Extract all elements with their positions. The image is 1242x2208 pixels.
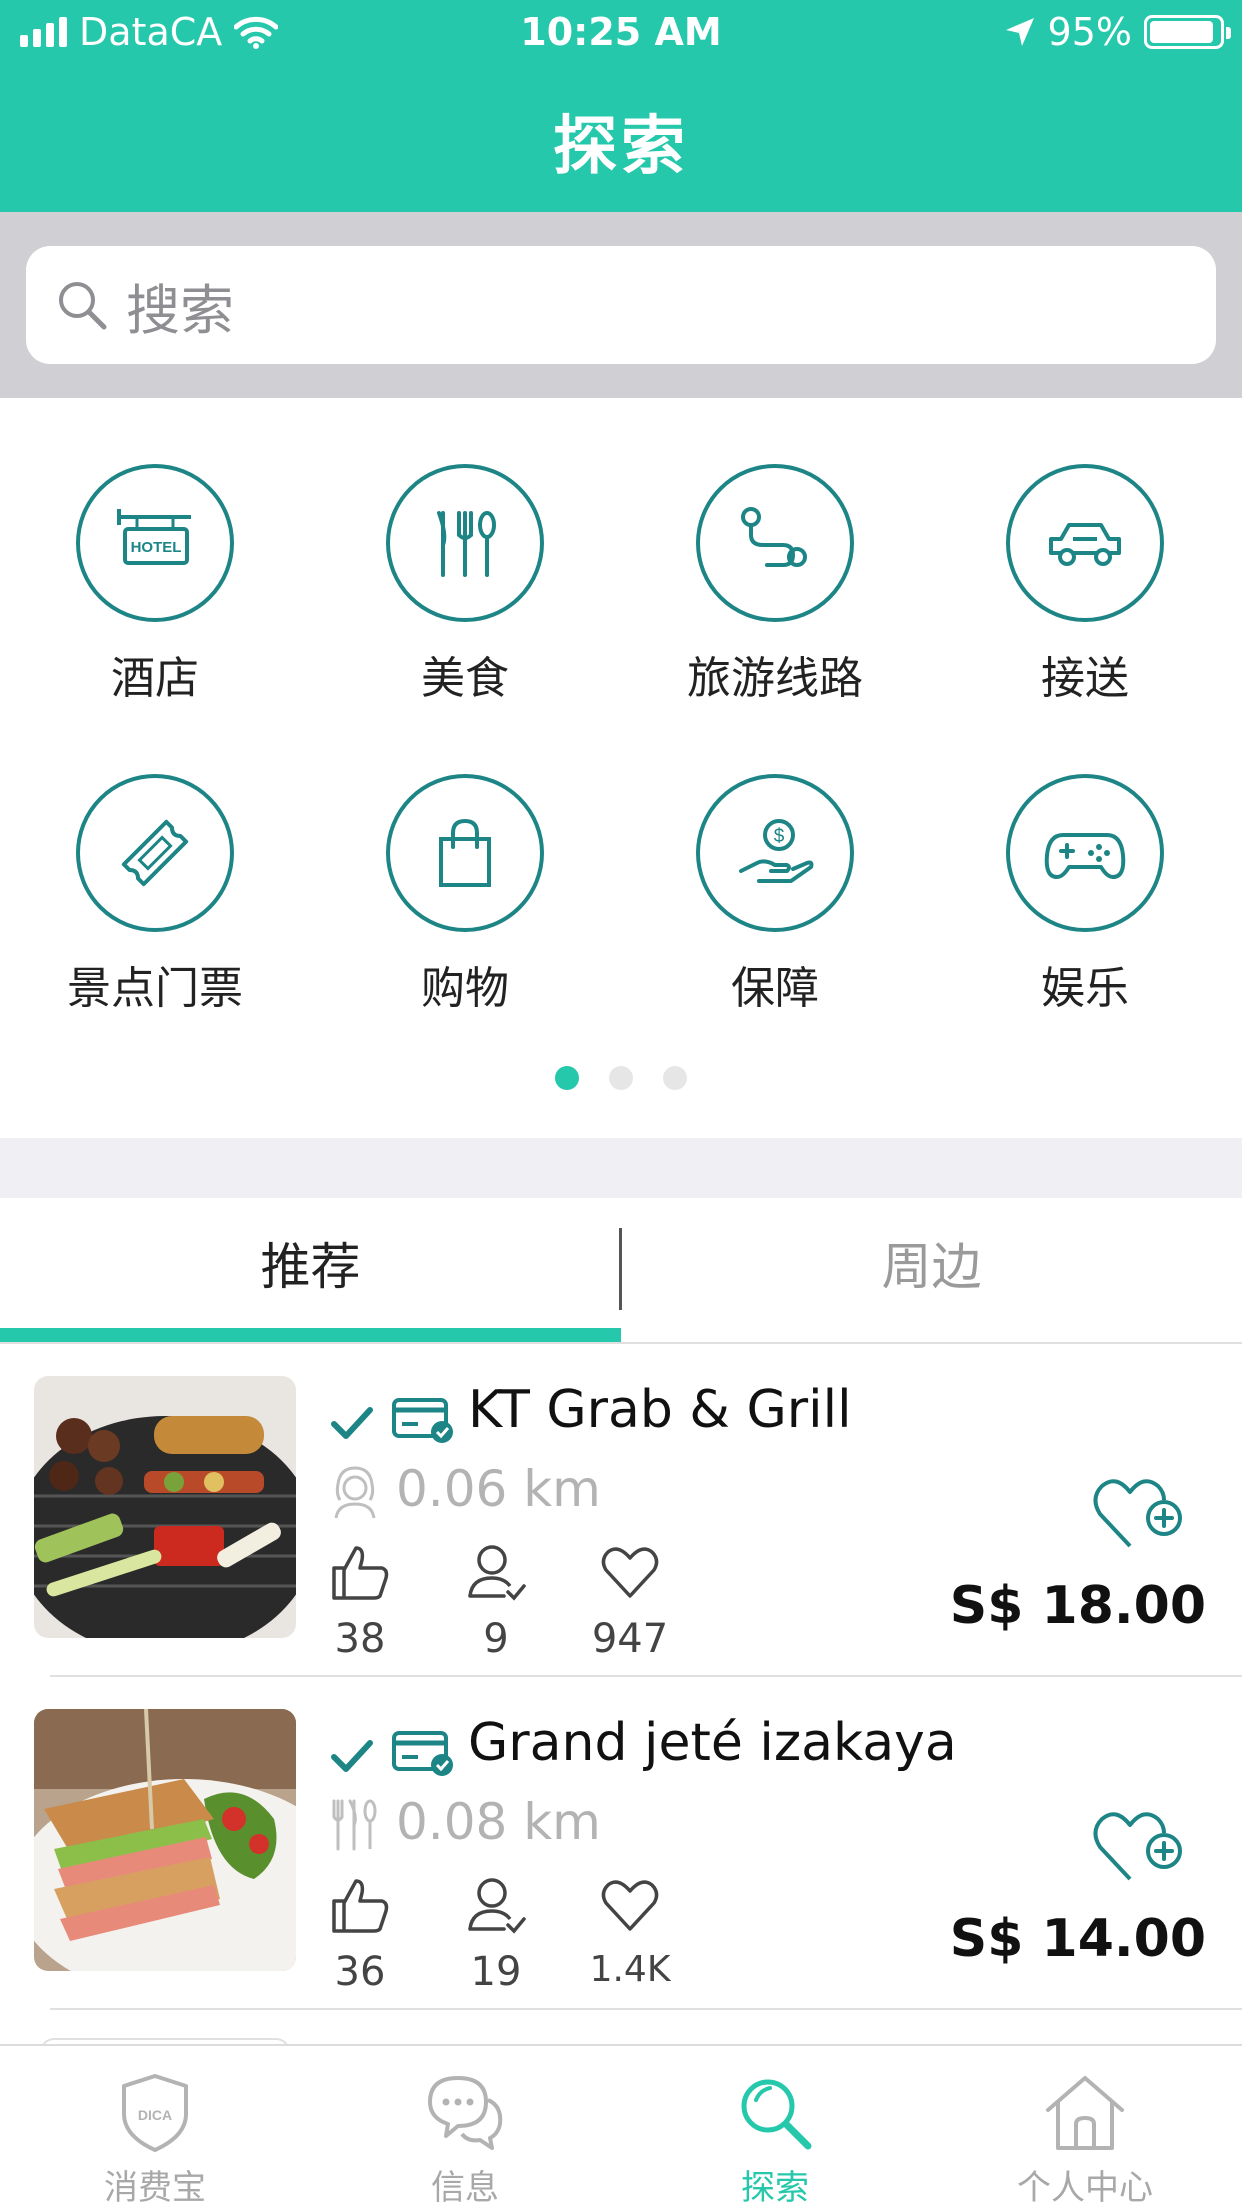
search-band: 搜索 [0, 212, 1242, 398]
home-icon [1046, 2076, 1124, 2150]
shopping-bag-icon [386, 774, 544, 932]
nav-label: 个人中心 [1017, 2168, 1153, 2208]
category-label: 娱乐 [1041, 963, 1129, 1014]
status-bar: DataCA 10:25 AM 95% [0, 0, 1242, 66]
listing-price: S$ 14.00 [949, 1909, 1206, 1969]
nav-consumer-wallet[interactable]: DICA 消费宝 [0, 2046, 310, 2208]
category-insurance[interactable]: $ 保障 [620, 708, 930, 1014]
ticket-icon [76, 774, 234, 932]
battery-icon [1144, 15, 1231, 49]
favorites-count: 947 [591, 1616, 669, 1662]
listing-photo-grill [34, 1376, 296, 1638]
battery-percent: 95% [1047, 10, 1132, 54]
status-right: 95% [1004, 10, 1231, 54]
tab-active-indicator [0, 1328, 621, 1342]
category-grid: HOTEL 酒店 美食 旅游线路 接送 景点门票 购物 $ 保障 娱乐 [0, 398, 1242, 1138]
category-hotel[interactable]: HOTEL 酒店 [0, 398, 310, 704]
chat-bubbles-icon [428, 2076, 503, 2150]
search-input[interactable]: 搜索 [26, 246, 1216, 364]
category-label: 购物 [421, 963, 509, 1014]
category-label: 旅游线路 [687, 653, 863, 704]
tab-bar: 推荐 周边 [0, 1198, 1242, 1344]
tab-recommended[interactable]: 推荐 [0, 1198, 621, 1328]
nav-messages[interactable]: 信息 [310, 2046, 620, 2208]
category-transfer[interactable]: 接送 [930, 398, 1240, 704]
verified-check-icon [331, 1407, 373, 1439]
page-dot[interactable] [609, 1066, 633, 1090]
gamepad-icon [1006, 774, 1164, 932]
card-payment-icon [392, 1398, 453, 1443]
category-label: 美食 [421, 653, 509, 704]
category-label: 酒店 [111, 653, 199, 704]
visits-count: 9 [483, 1616, 509, 1662]
nav-explore[interactable]: 探索 [620, 2046, 930, 2208]
listing-distance: 0.08 km [396, 1793, 601, 1851]
hotel-sign-icon: HOTEL [76, 464, 234, 622]
nav-label: 消费宝 [104, 2168, 206, 2208]
dica-badge-text: DICA [138, 2107, 172, 2123]
card-payment-icon [392, 1731, 453, 1776]
listing-price: S$ 18.00 [949, 1576, 1206, 1636]
heart-icon[interactable] [598, 1873, 662, 1937]
section-divider [0, 1138, 1242, 1198]
location-arrow-icon [1005, 18, 1034, 46]
listing-photo-sandwich [34, 1709, 296, 1971]
category-shopping[interactable]: 购物 [310, 708, 620, 1014]
category-entertainment[interactable]: 娱乐 [930, 708, 1240, 1014]
cutlery-icon [386, 464, 544, 622]
person-icon [334, 1466, 376, 1519]
page-indicator[interactable] [0, 1066, 1242, 1090]
listing-distance: 0.06 km [396, 1460, 601, 1518]
likes-count: 38 [334, 1616, 386, 1662]
search-placeholder: 搜索 [126, 278, 234, 342]
category-label: 景点门票 [67, 963, 243, 1014]
add-favorite-icon[interactable] [1090, 1468, 1190, 1552]
category-travel-route[interactable]: 旅游线路 [620, 398, 930, 704]
add-favorite-icon[interactable] [1090, 1801, 1190, 1885]
route-icon [696, 464, 854, 622]
listing-list: KT Grab & Grill 0.06 km 38 9 947 S$ 18.0… [0, 1344, 1242, 2044]
insurance-hand-coin-icon: $ [696, 774, 854, 932]
listing-name[interactable]: Grand jeté izakaya [468, 1713, 957, 1773]
listing-name[interactable]: KT Grab & Grill [468, 1380, 852, 1440]
svg-text:$: $ [774, 826, 785, 847]
nav-label: 探索 [741, 2168, 809, 2208]
visited-user-icon[interactable] [464, 1873, 528, 1937]
category-tickets[interactable]: 景点门票 [0, 708, 310, 1014]
bottom-tab-bar: DICA 消费宝 信息 探索 个人中心 [0, 2044, 1242, 2208]
thumbs-up-icon[interactable] [328, 1873, 392, 1937]
page-dot[interactable] [663, 1066, 687, 1090]
item-separator [50, 2008, 1242, 2010]
nav-label: 信息 [431, 2168, 499, 2208]
cutlery-icon [332, 1799, 377, 1851]
page-dot-active[interactable] [555, 1066, 579, 1090]
nav-profile[interactable]: 个人中心 [930, 2046, 1240, 2208]
list-item[interactable]: KT Grab & Grill 0.06 km 38 9 947 S$ 18.0… [0, 1344, 1242, 1677]
page-title: 探索 [553, 110, 689, 184]
category-food[interactable]: 美食 [310, 398, 620, 704]
thumbs-up-icon[interactable] [328, 1540, 392, 1604]
visited-user-icon[interactable] [464, 1540, 528, 1604]
heart-icon[interactable] [598, 1540, 662, 1604]
car-icon [1006, 464, 1164, 622]
search-icon [59, 282, 107, 330]
category-label: 接送 [1041, 653, 1129, 704]
app-header: DataCA 10:25 AM 95% 探索 [0, 0, 1242, 212]
visits-count: 19 [470, 1949, 522, 1995]
likes-count: 36 [334, 1949, 386, 1995]
verified-check-icon [331, 1740, 373, 1772]
category-label: 保障 [731, 963, 819, 1014]
list-item[interactable]: Grand jeté izakaya 0.08 km 36 19 1.4K S$… [0, 1677, 1242, 2010]
hotel-sign-text: HOTEL [131, 539, 182, 556]
dica-shield-icon: DICA [122, 2074, 188, 2152]
favorites-count: 1.4K [589, 1949, 671, 1990]
tab-nearby[interactable]: 周边 [621, 1198, 1242, 1328]
search-icon [741, 2079, 812, 2150]
